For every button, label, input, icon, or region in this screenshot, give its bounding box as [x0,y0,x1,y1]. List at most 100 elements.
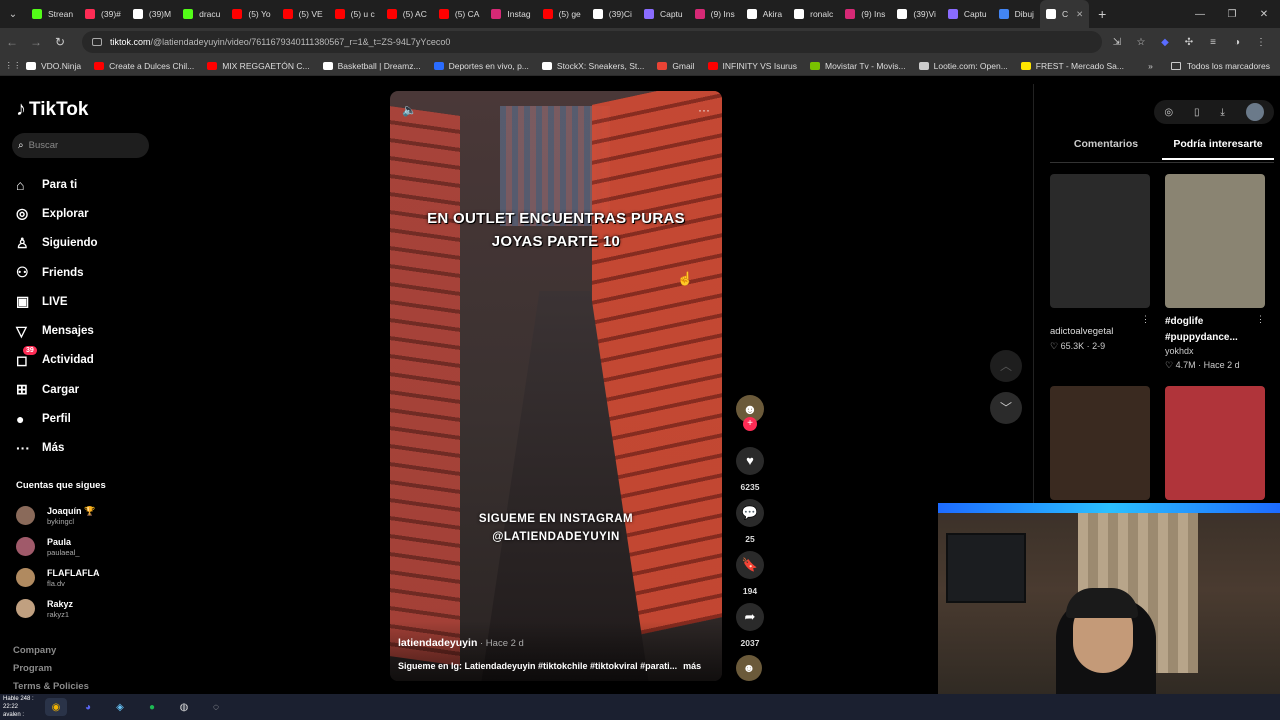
video-more-icon[interactable]: ··· [698,103,710,117]
more-link[interactable]: más [683,661,701,671]
right-panel-tab[interactable]: Podría interesarte [1162,138,1274,160]
card-title[interactable]: #doglife #puppydance... [1165,314,1265,346]
browser-tab[interactable]: Instag [485,0,536,28]
extension-icon[interactable]: ◆ [1156,37,1174,48]
recommended-video-card[interactable]: #doglife #puppydance... yokhdx ♡ 4.7M · Ha… [1165,174,1265,371]
browser-tab[interactable]: (39)Ci [587,0,638,28]
following-account[interactable]: Joaquín 🏆 bykingcl [16,500,99,531]
author-avatar[interactable]: ☻ + [736,395,764,431]
volume-icon[interactable]: 🔈 [402,103,417,117]
close-tab-icon[interactable]: ✕ [1076,9,1083,20]
discord-icon[interactable]: ◕ [77,698,99,716]
all-bookmarks-button[interactable]: Todos los marcadores [1170,61,1270,71]
restore-icon[interactable]: ❐ [1216,9,1248,20]
browser-tab[interactable]: Captu [638,0,689,28]
tiktok-logo[interactable]: ♪ TikTok [16,98,88,121]
video-thumbnail[interactable] [1050,386,1150,500]
reload-icon[interactable]: ↻ [48,35,72,49]
bookmark-item[interactable]: StockX: Sneakers, St... [541,61,644,71]
steam-icon[interactable]: ◈ [109,698,131,716]
browser-tab[interactable]: (39)M [127,0,177,28]
app-icon[interactable]: ◌ [205,698,227,716]
card-options-icon[interactable]: ⋮ [1256,314,1265,325]
bookmark-item[interactable]: INFINITY VS Isurus [707,61,797,71]
site-info-icon[interactable] [92,38,102,46]
sidebar-item-mensajes[interactable]: ▽ Mensajes [16,316,98,345]
browser-tab[interactable]: (5) AC [381,0,433,28]
bookmark-item[interactable]: Movistar Tv - Movis... [810,61,906,71]
recommended-video-card[interactable] [1050,386,1150,500]
browser-tab[interactable]: (39)Vi [891,0,942,28]
video-author[interactable]: latiendadeyuyin · Hace 2 d [398,637,524,649]
obs-icon[interactable]: ◍ [173,698,195,716]
bookmark-item[interactable]: Create a Dulces Chil... [94,61,194,71]
download-icon[interactable]: ⤓ [1220,107,1224,118]
compass-icon[interactable]: ◎ [1164,107,1173,118]
recommended-video-card[interactable] [1165,386,1265,500]
more-bookmarks-button[interactable]: » [1148,61,1153,71]
browser-tab[interactable]: (9) Ins [839,0,891,28]
browser-tab[interactable]: ronalc [788,0,839,28]
bookmark-item[interactable]: Gmail [657,61,695,71]
following-account[interactable]: FLAFLAFLA fla.dv [16,562,99,593]
music-disc-avatar[interactable]: ☻ [736,655,762,681]
browser-tab[interactable]: Strean [26,0,79,28]
browser-tab[interactable]: (5) VE [277,0,329,28]
recommended-video-card[interactable]: adictoalvegetal ♡ 65.3K · 2-9 ⋮ [1050,174,1150,352]
sidebar-item-cargar[interactable]: ⊞ Cargar [16,375,98,404]
sidebar-item-para-ti[interactable]: ⌂ Para ti [16,170,98,199]
browser-tab[interactable]: (9) Ins [689,0,741,28]
previous-video-icon[interactable]: ︿ [990,350,1022,382]
following-account[interactable]: Paula paulaeal_ [16,531,99,562]
chrome-icon[interactable]: ◉ [45,698,67,716]
puzzle-icon[interactable]: ✣ [1180,37,1198,48]
video-thumbnail[interactable] [1050,174,1150,308]
footer-link[interactable]: Company [13,645,89,663]
search-box[interactable]: ⌕ [12,133,149,158]
search-input[interactable] [28,140,129,151]
comment-icon[interactable]: 💬 [736,499,764,527]
right-panel-tab[interactable]: Comentarios [1050,138,1162,160]
video-player[interactable]: 🔈 ··· EN OUTLET ENCUENTRAS PURAS JOYAS P… [390,91,722,681]
card-options-icon[interactable]: ⋮ [1141,314,1150,325]
sidebar-item-explorar[interactable]: ◎ Explorar [16,199,98,228]
sidebar-item-perfil[interactable]: ● Perfil [16,404,98,433]
profile-icon[interactable]: ◑ [1228,37,1246,48]
user-avatar[interactable] [1245,103,1264,121]
spotify-icon[interactable]: ● [141,698,163,716]
sidebar-item-live[interactable]: ▣ LIVE [16,287,98,316]
bookmark-item[interactable]: MIX REGGAETÓN C... [207,61,310,71]
phone-icon[interactable]: ▯ [1194,107,1200,118]
tab-search-icon[interactable]: ⌄ [0,9,26,20]
share-icon[interactable]: ➦ [736,603,764,631]
next-video-icon[interactable]: ﹀ [990,392,1022,424]
follow-plus-icon[interactable]: + [743,417,757,431]
bookmark-item[interactable]: Lootie.com: Open... [918,61,1008,71]
browser-tab[interactable]: dracu [177,0,226,28]
browser-tab[interactable]: (5) Yo [226,0,276,28]
bookmark-star-icon[interactable]: ☆ [1132,37,1150,48]
card-creator[interactable]: adictoalvegetal [1050,326,1150,337]
bookmark-item[interactable]: FREST - Mercado Sa... [1020,61,1124,71]
sidebar-item-friends[interactable]: ⚇ Friends [16,258,98,287]
browser-tab[interactable]: Dibuj [993,0,1040,28]
video-thumbnail[interactable] [1165,174,1265,308]
new-tab-button[interactable]: + [1089,6,1115,22]
bookmark-item[interactable]: Deportes en vivo, p... [433,61,529,71]
browser-tab[interactable]: (5) CA [433,0,486,28]
like-icon[interactable]: ♥ [736,447,764,475]
browser-tab[interactable]: (39)# [79,0,127,28]
bookmark-icon[interactable]: 🔖 [736,551,764,579]
url-field[interactable]: tiktok.com /@latiendadeyuyin/video/76116… [82,31,1102,53]
close-window-icon[interactable]: ✕ [1248,9,1280,20]
browser-tab[interactable]: (5) u c [329,0,381,28]
sidebar-item-siguiendo[interactable]: ♙ Siguiendo [16,229,98,258]
sidebar-item-m-s[interactable]: ··· Más [16,434,98,463]
install-icon[interactable]: ⇲ [1108,37,1126,48]
bookmark-item[interactable]: Basketball | Dreamz... [322,61,421,71]
browser-tab[interactable]: C ✕ [1039,0,1090,28]
apps-grid-icon[interactable]: ⋮⋮ [0,60,26,71]
video-thumbnail[interactable] [1165,386,1265,500]
bookmark-item[interactable]: VDO.Ninja [26,61,81,71]
browser-tab[interactable]: Captu [942,0,993,28]
